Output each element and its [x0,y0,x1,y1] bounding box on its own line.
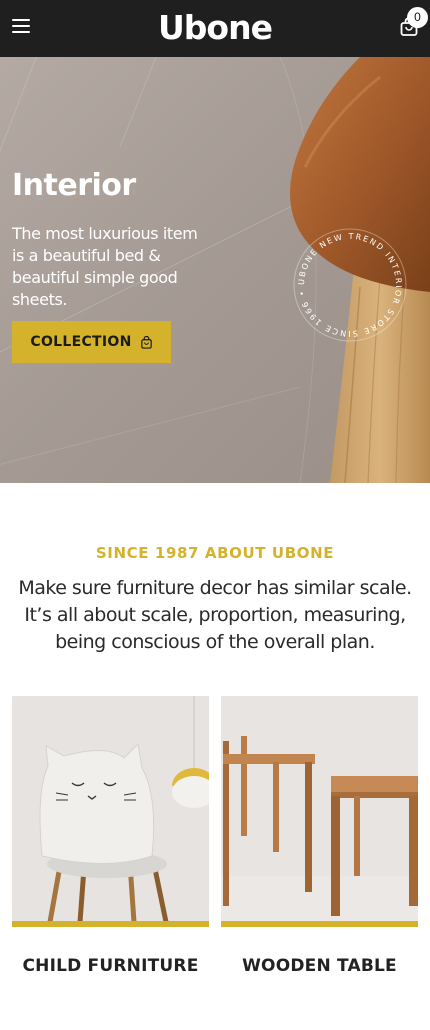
about-eyebrow: SINCE 1987 ABOUT UBONE [95,544,335,562]
wooden-table-image [221,696,418,922]
collection-button[interactable]: COLLECTION [12,321,171,363]
cart-count-badge: 0 [407,7,428,28]
card-accent-bar [221,921,418,927]
about-text: Make sure furniture decor has similar sc… [18,577,412,653]
svg-text:UBONE NEW TREND INTERIOR STORE: UBONE NEW TREND INTERIOR STORE SINCE 196… [297,232,403,338]
hero-banner: UBONE NEW TREND INTERIOR STORE SINCE 196… [0,57,430,483]
badge-ring-text: UBONE NEW TREND INTERIOR STORE SINCE 196… [297,232,401,338]
brand-logo[interactable]: Ubone [0,8,430,48]
product-label[interactable]: CHILD FURNITURE [12,956,209,976]
child-chair-image [12,696,209,922]
product-card-child-furniture[interactable]: CHILD FURNITURE [12,696,209,996]
collection-button-label: COLLECTION [30,334,132,350]
shopping-bag-icon [140,335,152,349]
product-card-wooden-table[interactable]: WOODEN TABLE [221,696,418,996]
hero-title: Interior [12,168,136,203]
hero-description: The most luxurious item is a beautiful b… [12,224,198,309]
card-accent-bar [12,921,209,927]
product-label[interactable]: WOODEN TABLE [221,956,418,976]
since-badge: UBONE NEW TREND INTERIOR STORE SINCE 196… [293,228,407,342]
top-header: Ubone 0 [0,0,430,57]
